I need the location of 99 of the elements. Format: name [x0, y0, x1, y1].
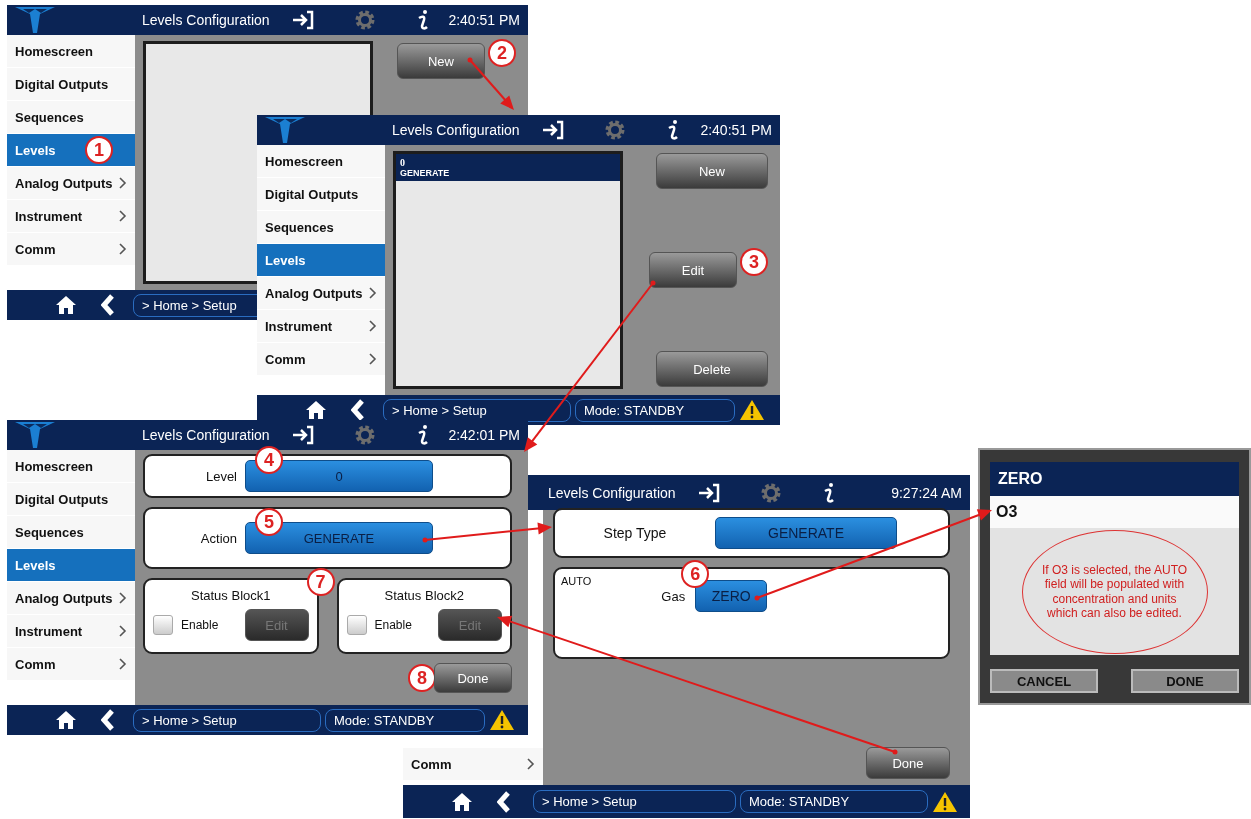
- step-number-badge: 5: [255, 508, 283, 536]
- dialog-button[interactable]: DONE: [1131, 669, 1239, 693]
- menu-item[interactable]: Instrument: [7, 200, 135, 233]
- action-button[interactable]: Delete: [656, 351, 768, 387]
- breadcrumb-bar: > Home > Setup: [533, 790, 736, 813]
- action-button[interactable]: New: [397, 43, 485, 79]
- warning-icon[interactable]: [489, 709, 515, 731]
- exit-icon[interactable]: [698, 482, 720, 503]
- chevron-icon: [119, 210, 127, 222]
- checkbox-label: Enable: [181, 618, 219, 632]
- screen-title: Levels Configuration: [548, 484, 677, 501]
- settings-icon[interactable]: [760, 481, 782, 504]
- screen-title: Levels Configuration: [142, 12, 271, 28]
- home-icon[interactable]: [451, 791, 473, 812]
- chevron-icon: [119, 625, 127, 637]
- annotation-arrow: [467, 57, 514, 110]
- home-icon[interactable]: [55, 295, 77, 315]
- menu-item[interactable]: Analog Outputs: [7, 167, 135, 200]
- menu-item[interactable]: Comm: [7, 233, 135, 266]
- level-number: 0: [400, 157, 406, 168]
- value-field[interactable]: ZERO: [695, 580, 768, 612]
- clock-time: 2:40:51 PM: [448, 12, 521, 28]
- chevron-icon: [369, 320, 377, 332]
- back-icon[interactable]: [101, 294, 115, 316]
- clock-time: 2:42:01 PM: [448, 427, 521, 443]
- dialog-button[interactable]: CANCEL: [990, 669, 1098, 693]
- exit-icon[interactable]: [542, 120, 564, 140]
- back-icon[interactable]: [351, 399, 365, 421]
- chevron-icon: [119, 658, 127, 670]
- chevron-icon: [119, 177, 127, 189]
- menu-item[interactable]: Levels: [257, 244, 385, 277]
- field-label: Gas: [661, 589, 686, 604]
- menu-item[interactable]: Sequences: [7, 516, 135, 549]
- list-row[interactable]: 0 GENERATE: [396, 154, 620, 181]
- menu-item[interactable]: Analog Outputs: [7, 582, 135, 615]
- menu-item[interactable]: Homescreen: [257, 145, 385, 178]
- mode-indicator: Mode: STANDBY: [575, 398, 735, 422]
- checkbox-label: Enable: [374, 618, 412, 632]
- dialog-title: ZERO: [990, 462, 1239, 496]
- step-number-badge: 2: [488, 39, 516, 67]
- home-icon[interactable]: [305, 400, 327, 420]
- level-action: GENERATE: [400, 168, 451, 178]
- home-icon[interactable]: [55, 710, 77, 730]
- status-block-title: Status Block2: [384, 588, 464, 603]
- settings-icon[interactable]: [604, 119, 626, 141]
- back-icon[interactable]: [101, 709, 115, 731]
- step-number-badge: 3: [740, 248, 768, 276]
- info-icon[interactable]: [822, 481, 836, 504]
- step-number-badge: 7: [306, 568, 335, 596]
- chevron-icon: [369, 353, 377, 365]
- menu-item[interactable]: Sequences: [257, 211, 385, 244]
- action-button[interactable]: Edit: [649, 252, 737, 288]
- screen-title: Levels Configuration: [392, 122, 521, 138]
- exit-icon[interactable]: [292, 10, 314, 30]
- mode-indicator: Mode: STANDBY: [740, 790, 928, 813]
- menu-item[interactable]: Comm: [257, 343, 385, 376]
- menu-item[interactable]: Analog Outputs: [257, 277, 385, 310]
- breadcrumb-bar: > Home > Setup: [133, 708, 321, 732]
- menu-item[interactable]: Instrument: [7, 615, 135, 648]
- action-button[interactable]: New: [656, 153, 768, 189]
- clock-time: 9:27:24 AM: [891, 484, 963, 501]
- step-number-badge: 8: [408, 664, 436, 692]
- menu-item[interactable]: Levels: [7, 549, 135, 582]
- settings-icon[interactable]: [354, 9, 376, 31]
- clock-time: 2:40:51 PM: [700, 122, 773, 138]
- step-number-badge: 6: [681, 560, 710, 588]
- exit-icon[interactable]: [292, 425, 314, 445]
- warning-icon[interactable]: [932, 790, 958, 813]
- field-label: Action: [199, 530, 237, 546]
- chevron-icon: [119, 592, 127, 604]
- mode-indicator: Mode: STANDBY: [325, 708, 485, 732]
- menu-item[interactable]: Digital Outputs: [7, 483, 135, 516]
- step-number-badge: 1: [85, 136, 113, 164]
- menu-item[interactable]: Comm: [7, 648, 135, 681]
- menu-item[interactable]: Levels 1: [7, 134, 135, 167]
- field-label: Level: [204, 468, 237, 484]
- chevron-icon: [527, 758, 535, 770]
- back-icon[interactable]: [497, 790, 511, 813]
- info-icon[interactable]: [416, 9, 430, 31]
- menu-item[interactable]: Digital Outputs: [257, 178, 385, 211]
- warning-icon[interactable]: [739, 399, 765, 421]
- value-field[interactable]: GENERATE: [715, 517, 897, 549]
- option-row[interactable]: O3: [990, 496, 1239, 528]
- menu-item[interactable]: Comm: [403, 748, 543, 781]
- status-block-title: Status Block1: [191, 588, 271, 603]
- done-button[interactable]: Done: [434, 663, 512, 693]
- info-icon[interactable]: [416, 424, 430, 446]
- menu-item[interactable]: Sequences: [7, 101, 135, 134]
- menu-item[interactable]: Homescreen: [7, 450, 135, 483]
- chevron-icon: [369, 287, 377, 299]
- auto-label: AUTO: [561, 575, 592, 587]
- info-icon[interactable]: [666, 119, 680, 141]
- screen-title: Levels Configuration: [142, 427, 271, 443]
- menu-item[interactable]: Instrument: [257, 310, 385, 343]
- chevron-icon: [119, 243, 127, 255]
- menu-item[interactable]: Digital Outputs: [7, 68, 135, 101]
- field-label: Step Type: [602, 525, 668, 541]
- menu-item[interactable]: Homescreen: [7, 35, 135, 68]
- done-button[interactable]: Done: [866, 747, 950, 779]
